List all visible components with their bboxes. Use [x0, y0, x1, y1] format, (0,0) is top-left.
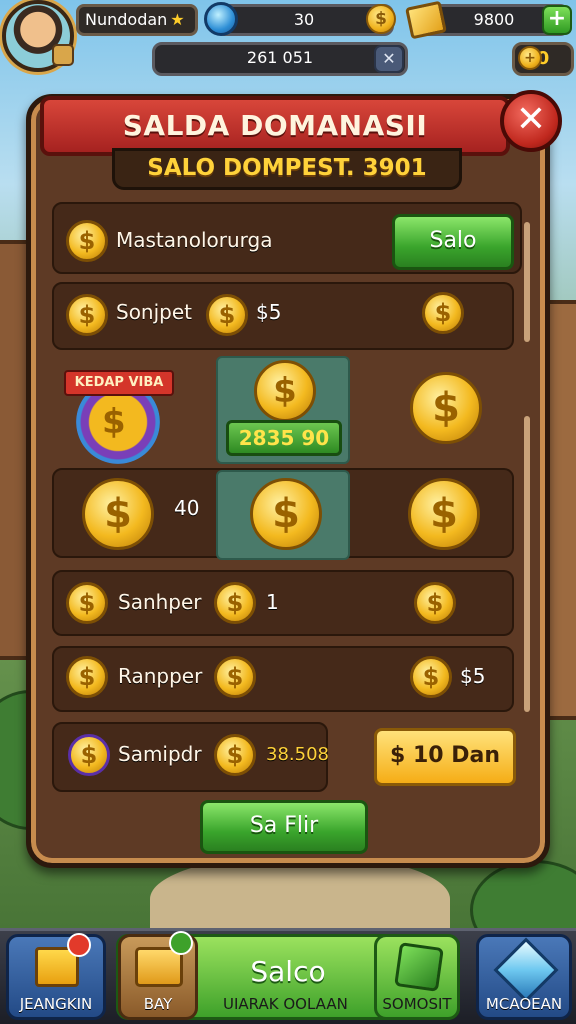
nav-label: JEANGKIN [19, 995, 93, 1013]
row-label: Samipdr [118, 742, 202, 766]
nav-item-somosit[interactable]: SOMOSIT [374, 934, 460, 1020]
coin-icon: $ [422, 292, 464, 334]
notification-badge-icon [169, 931, 193, 955]
add-gold-button[interactable]: + [542, 5, 572, 35]
notification-badge-icon [67, 933, 91, 957]
row-extra: $5 [256, 300, 282, 324]
salo-button[interactable]: Salo [392, 214, 514, 270]
row-label: Ranpper [118, 664, 203, 688]
gem-icon [204, 2, 238, 36]
row-label: Mastanolorurga [116, 228, 273, 252]
dollar-icon: $ [102, 402, 126, 442]
scrollbar[interactable] [524, 222, 530, 342]
coin-icon: $ [66, 582, 108, 624]
badge-ribbon: KEDAP VIBA [64, 370, 174, 396]
coin-icon: $ [66, 294, 108, 336]
nav-label: SOMOSIT [382, 995, 452, 1013]
coin-icon: $ [82, 478, 154, 550]
panel-subtitle: SALO DOMPEST. 3901 [112, 148, 462, 190]
row-extra: $5 [460, 664, 486, 688]
star-icon: ★ [170, 10, 185, 29]
timer-value: 261 051 [246, 48, 314, 67]
coin-icon: $ [414, 582, 456, 624]
coin-icon: $ [254, 360, 316, 422]
coin-icon: $ [214, 582, 256, 624]
confirm-button[interactable]: Sa Flir [200, 800, 368, 854]
top-bar: Nundodan ★ 30 $ 9800 + 261 051 ✕ 0 + [0, 0, 576, 90]
coin-icon: $ [408, 478, 480, 550]
diamond-icon [493, 937, 559, 1003]
panel-title: SALDA DOMANASII [40, 96, 510, 156]
gems-value: 30 [293, 10, 315, 29]
coin-icon: $ [66, 220, 108, 262]
player-name: Nundodan [85, 10, 168, 29]
close-panel-button[interactable]: ✕ [500, 90, 562, 152]
coin-icon: $ [214, 656, 256, 698]
coin-icon: $ [214, 734, 256, 776]
featured-badge: KEDAP VIBA $ [64, 362, 174, 464]
nav-item-mcaoean[interactable]: MCAOEAN [476, 934, 572, 1020]
nav-label: BAY [143, 995, 173, 1013]
coin-icon: $ [366, 4, 396, 34]
nav-sub-label: UIARAK OOLAAN [223, 995, 348, 1013]
timer-bar: 261 051 [152, 42, 408, 76]
gold-value: 9800 [473, 10, 515, 29]
coin-icon: $ [66, 656, 108, 698]
coin-icon: $ [68, 734, 110, 776]
nav-item-jeangkin[interactable]: JEANGKIN [6, 933, 106, 1020]
avatar-badge-icon [52, 44, 74, 66]
row-label: Sanhper [118, 590, 202, 614]
coin-icon: $ [410, 372, 482, 444]
coin-icon: $ [206, 294, 248, 336]
row-extra: 1 [266, 590, 279, 614]
row-value: 38.508 [266, 744, 329, 765]
coin-icon: $ [250, 478, 322, 550]
green-cube-icon [394, 942, 444, 992]
offer-value: 2835 90 [226, 420, 342, 456]
scrollbar[interactable] [524, 416, 530, 712]
nav-item-bay[interactable]: BAY [118, 931, 198, 1020]
player-name-bar: Nundodan ★ [76, 4, 198, 36]
row-label: Sonjpet [116, 300, 193, 324]
coin-icon: $ [410, 656, 452, 698]
timer-close-button[interactable]: ✕ [374, 45, 404, 73]
buy-10-button[interactable]: $ 10 Dan [374, 728, 516, 786]
nav-label: MCAOEAN [485, 995, 563, 1013]
mini-coin-icon: + [518, 46, 542, 70]
row-extra: 40 [174, 496, 200, 520]
